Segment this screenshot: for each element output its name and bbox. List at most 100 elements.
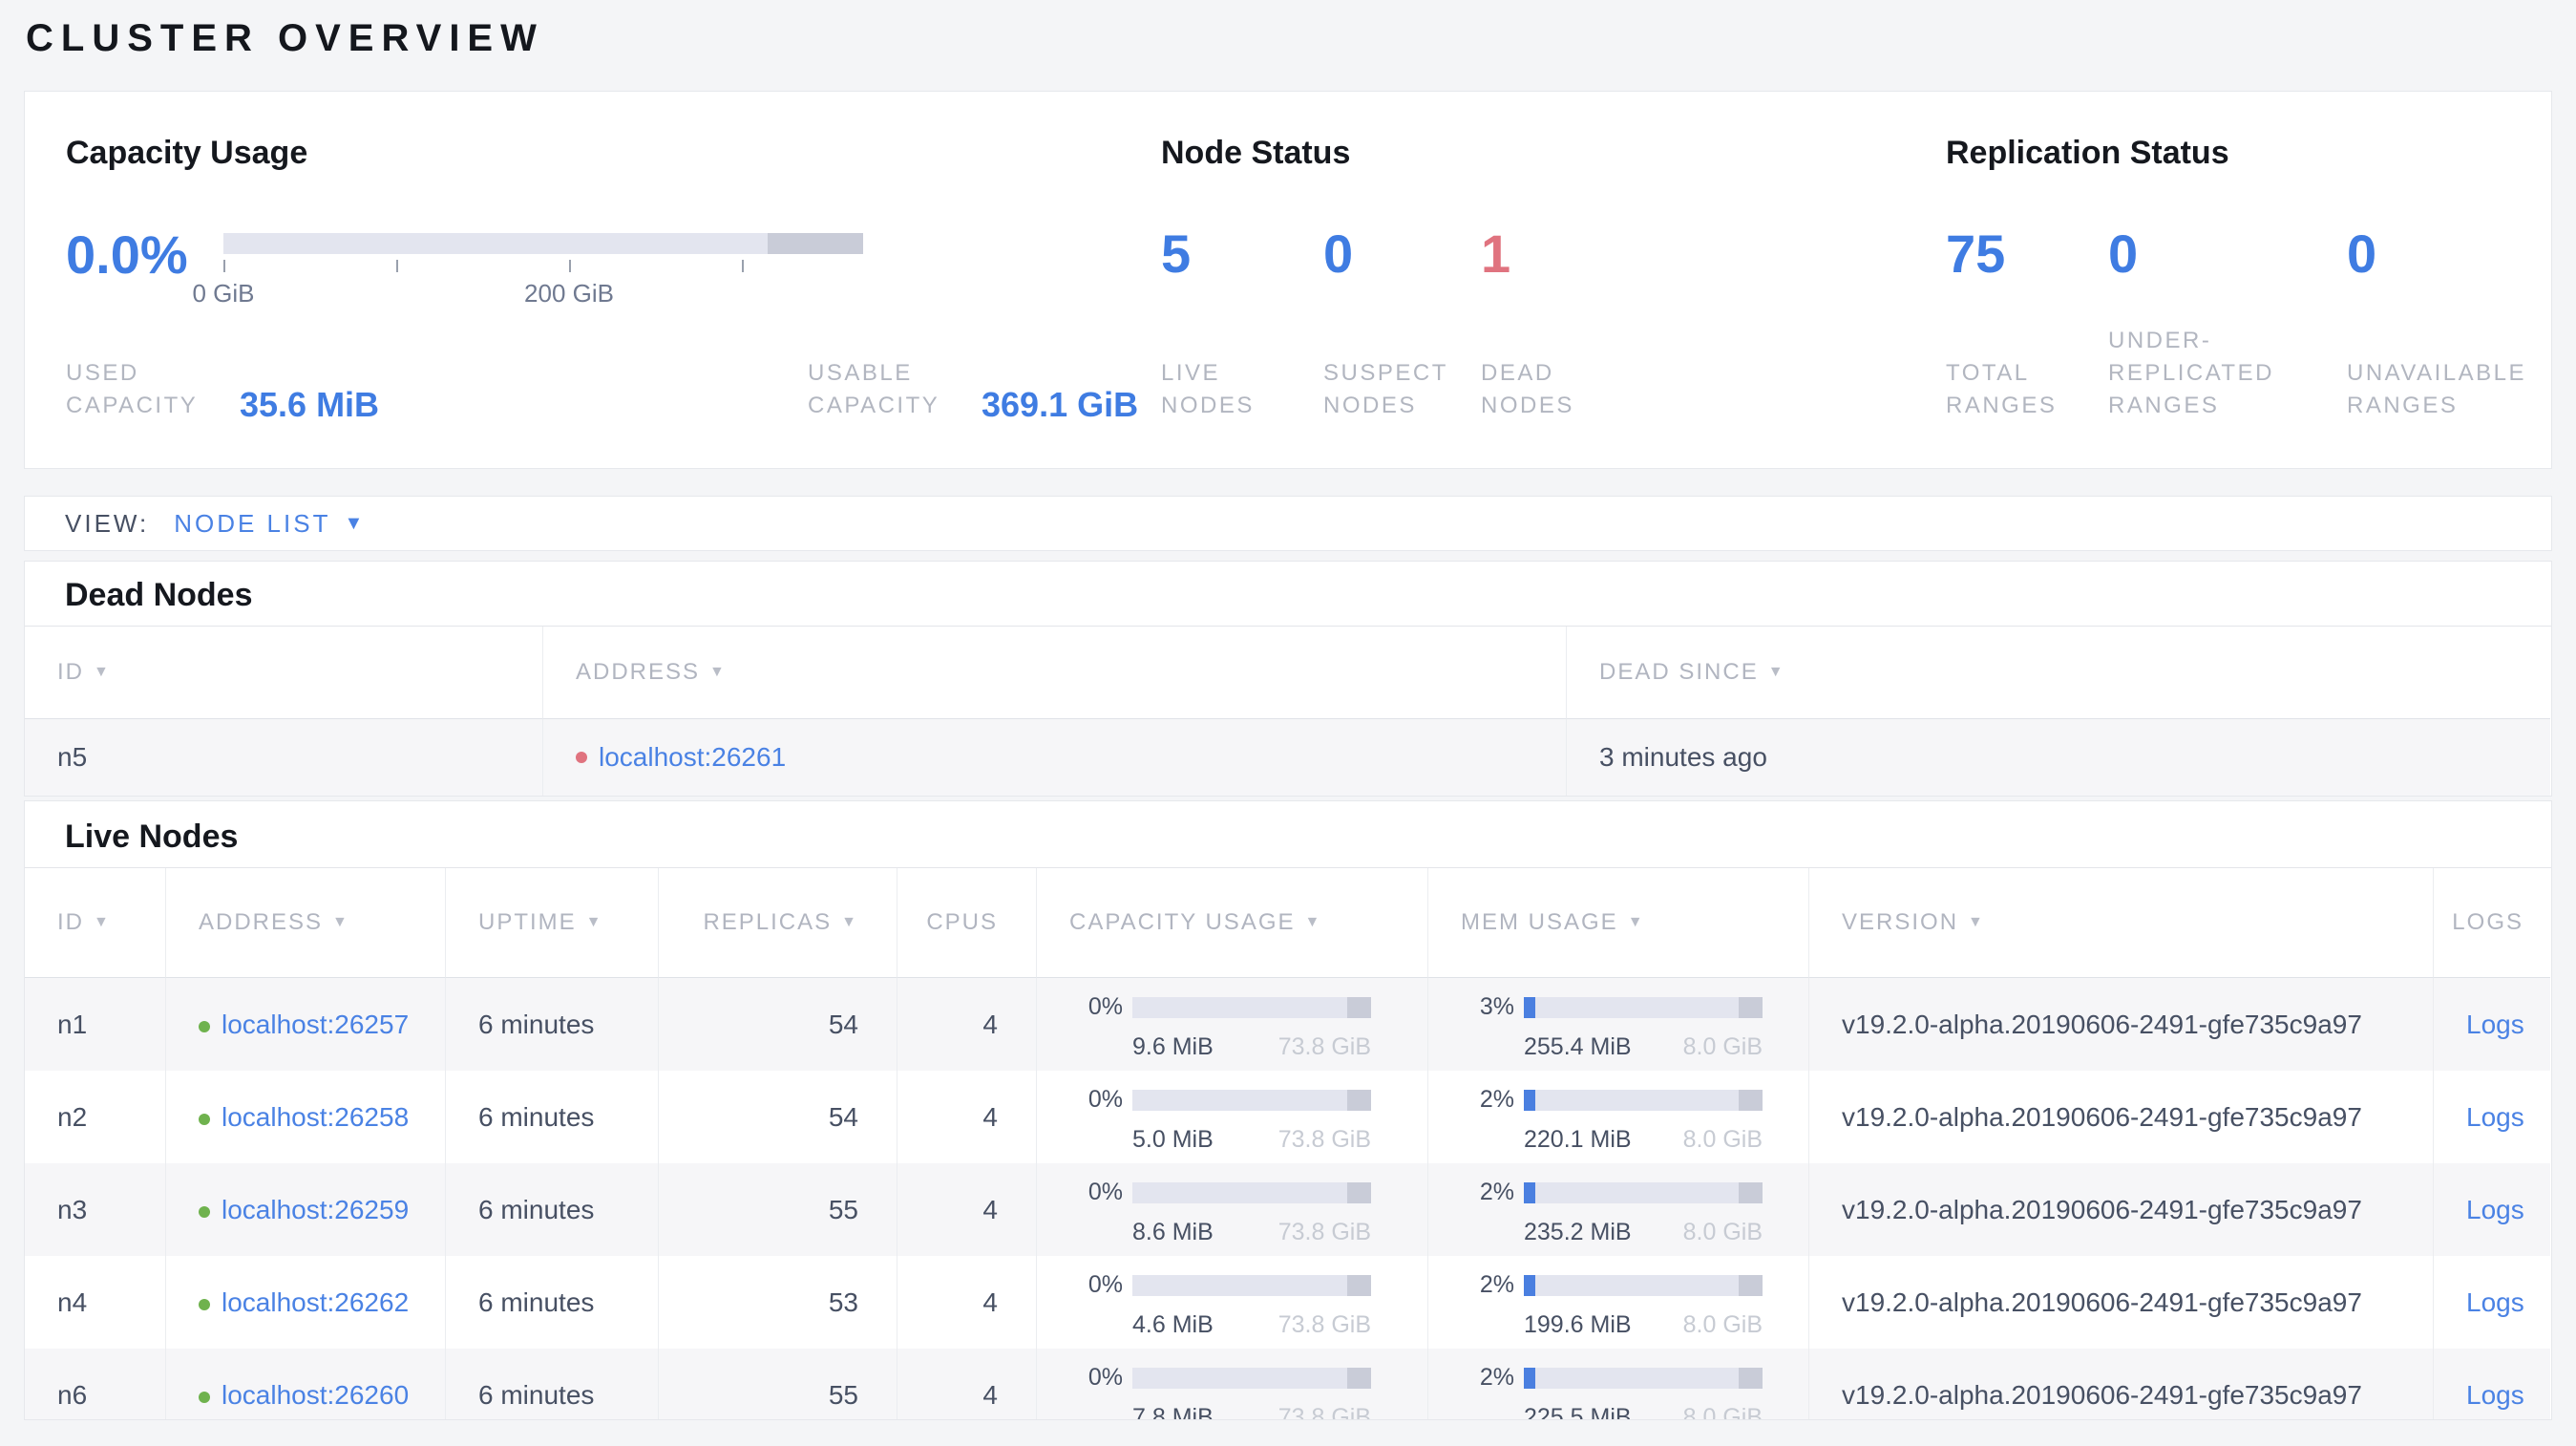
capacity-usage-bar [1132,1181,1371,1203]
under-replicated-ranges-count: 0 [2108,223,2139,284]
capacity-usage-bar-dark-segment [1347,1274,1371,1296]
column-header-label: ADDRESS [576,659,701,685]
capacity-usage-title: Capacity Usage [66,135,308,171]
cell-node-id: n6 [25,1349,165,1419]
column-header-version[interactable]: VERSION ▼ [1808,868,2433,978]
mem-usage-bar [1524,1367,1763,1389]
total-ranges-stat: 75 TOTAL RANGES [1946,225,2108,422]
node-address-link[interactable]: localhost:26260 [222,1380,409,1410]
cell-dead-since: 3 minutes ago [1566,719,2550,796]
mem-usage-bar-fill [1524,996,1535,1018]
mem-usage-bar-dark-segment [1739,1181,1763,1203]
capacity-usage-bar-dark-segment [1347,996,1371,1018]
column-header-replicas[interactable]: REPLICAS ▼ [658,868,897,978]
cell-node-id-text: n4 [57,1287,88,1317]
column-header-label: UPTIME [478,909,577,935]
column-header-uptime[interactable]: UPTIME ▼ [445,868,658,978]
cell-node-id: n5 [25,719,542,796]
usage-total-value: 73.8 GiB [1277,1126,1371,1153]
unavailable-ranges-count: 0 [2347,223,2377,284]
used-capacity-value: 35.6 MiB [240,385,380,424]
usage-total-value: 8.0 GiB [1682,1033,1763,1060]
node-address-link[interactable]: localhost:26257 [222,1010,409,1039]
logs-link[interactable]: Logs [2466,1010,2524,1039]
axis-tick [569,260,571,272]
usage-total-value: 8.0 GiB [1682,1126,1763,1153]
column-header-label: DEAD SINCE [1599,659,1759,685]
mem-usage-bar [1524,1181,1763,1203]
node-live-dot-icon [199,1206,210,1218]
node-status-title: Node Status [1161,135,1351,171]
live-nodes-section: Live Nodes ID ▼ ADDRESS ▼ UPTIME ▼ REPLICAS ▼ CP… [24,800,2552,1420]
cell-version-text: v19.2.0-alpha.20190606-2491-gfe735c9a97 [1842,1380,2362,1410]
cell-replicas: 54 [658,1071,897,1163]
view-selected-value: NODE LIST [174,508,331,538]
capacity-usage: 0% 5.0 MiB 73.8 GiB [1036,1071,1427,1163]
logs-link[interactable]: Logs [2466,1380,2524,1410]
usage-percent-label: 2% [1479,1179,1514,1205]
cell-node-id-text: n1 [57,1010,88,1039]
cell-version-text: v19.2.0-alpha.20190606-2491-gfe735c9a97 [1842,1102,2362,1132]
cell-version: v19.2.0-alpha.20190606-2491-gfe735c9a97 [1808,1163,2433,1256]
column-header-logs: LOGS [2433,868,2550,978]
node-address-link[interactable]: localhost:26262 [222,1287,409,1317]
cell-address: localhost:26258 [165,1071,445,1163]
cell-node-id: n4 [25,1256,165,1349]
mem-usage-bar-dark-segment [1739,996,1763,1018]
column-header-mem-usage[interactable]: MEM USAGE ▼ [1427,868,1808,978]
usage-used-value: 220.1 MiB [1524,1126,1632,1153]
mem-usage-bar [1524,996,1763,1018]
sort-arrow-icon: ▼ [585,914,603,930]
replication-status-title: Replication Status [1946,135,2229,171]
cell-version-text: v19.2.0-alpha.20190606-2491-gfe735c9a97 [1842,1287,2362,1317]
cell-address: localhost:26257 [165,978,445,1071]
usage-used-value: 199.6 MiB [1524,1311,1632,1338]
capacity-usage-bar [1132,996,1371,1018]
capacity-usage: 0% 4.6 MiB 73.8 GiB [1036,1256,1427,1349]
column-header-label: MEM USAGE [1461,909,1618,935]
node-address-link[interactable]: localhost:26259 [222,1195,409,1224]
mem-usage-bar-dark-segment [1739,1367,1763,1389]
column-header-capacity-usage[interactable]: CAPACITY USAGE ▼ [1036,868,1427,978]
node-address-link[interactable]: localhost:26261 [599,742,786,773]
cell-logs: Logs [2433,1163,2550,1256]
cell-node-id-text: n5 [57,742,88,772]
axis-tick [223,260,225,272]
node-address-link[interactable]: localhost:26258 [222,1102,409,1132]
cell-uptime-text: 6 minutes [478,1380,595,1410]
column-header-dead-since[interactable]: DEAD SINCE ▼ [1566,627,2550,719]
logs-link[interactable]: Logs [2466,1287,2524,1317]
usage-used-value: 5.0 MiB [1132,1126,1214,1153]
cell-replicas: 54 [658,978,897,1071]
usage-used-value: 235.2 MiB [1524,1219,1632,1245]
cell-node-id: n2 [25,1071,165,1163]
cell-replicas-text: 55 [828,1195,858,1224]
cell-cpus: 4 [897,1349,1036,1419]
mem-usage-bar-fill [1524,1089,1535,1111]
cell-cpus: 4 [897,1256,1036,1349]
under-replicated-ranges-stat: 0 UNDER-REPLICATED RANGES [2108,225,2347,422]
usage-used-value: 255.4 MiB [1524,1033,1632,1060]
column-header-label: ADDRESS [199,909,324,935]
cell-cpus: 4 [897,1163,1036,1256]
usage-used-value: 8.6 MiB [1132,1219,1214,1245]
cell-address: localhost:26261 [542,719,1566,796]
column-header-id[interactable]: ID ▼ [25,868,165,978]
view-dropdown[interactable]: NODE LIST ▼ [174,509,363,539]
mem-usage-bar-dark-segment [1739,1089,1763,1111]
live-nodes-count: 5 [1161,223,1192,284]
cell-uptime-text: 6 minutes [478,1010,595,1039]
column-header-address[interactable]: ADDRESS ▼ [165,868,445,978]
cell-replicas: 53 [658,1256,897,1349]
cell-logs: Logs [2433,978,2550,1071]
column-header-id[interactable]: ID ▼ [25,627,542,719]
column-header-address[interactable]: ADDRESS ▼ [542,627,1566,719]
column-header-label: ID [57,909,84,935]
logs-link[interactable]: Logs [2466,1102,2524,1132]
cell-version-text: v19.2.0-alpha.20190606-2491-gfe735c9a97 [1842,1195,2362,1224]
live-nodes-heading: Live Nodes [65,819,239,855]
used-capacity-label: USED CAPACITY [66,360,199,418]
suspect-nodes-stat: 0 SUSPECT NODES [1323,225,1481,422]
logs-link[interactable]: Logs [2466,1195,2524,1224]
cell-version: v19.2.0-alpha.20190606-2491-gfe735c9a97 [1808,1071,2433,1163]
